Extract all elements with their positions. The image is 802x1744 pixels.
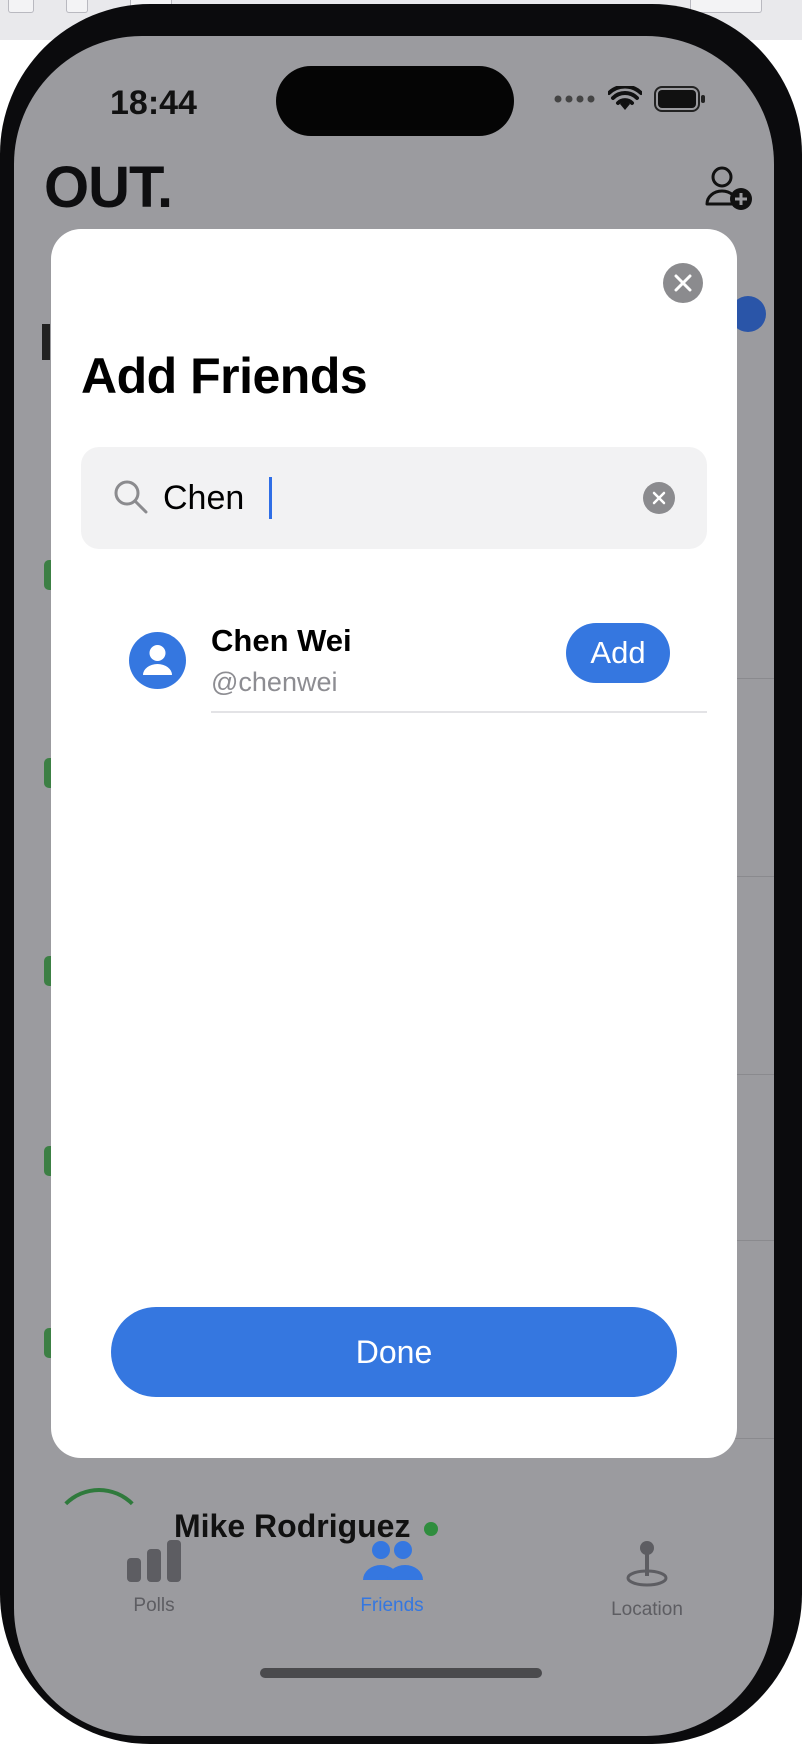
add-friend-button[interactable]: Add [566, 623, 670, 683]
result-handle: @chenwei [211, 667, 338, 697]
tab-label: Location [611, 1599, 683, 1620]
close-icon [674, 274, 692, 292]
tab-location[interactable]: Location [547, 1540, 747, 1621]
modal-title: Add Friends [81, 348, 368, 404]
online-indicator [424, 1522, 438, 1536]
result-name: Chen Wei [211, 623, 352, 658]
app-logo: OUT. [44, 155, 173, 220]
signal-dots-icon [554, 95, 595, 103]
add-friends-modal: Add Friends Chen Wei @chenwei Add Done [51, 229, 737, 1458]
tab-label: Polls [133, 1595, 175, 1616]
toolbar-chip [66, 0, 88, 13]
clear-icon [652, 491, 666, 505]
status-icons [554, 86, 706, 112]
tab-label: Friends [360, 1595, 424, 1616]
person-avatar-icon [129, 632, 186, 689]
row-divider [211, 711, 707, 713]
close-button[interactable] [663, 263, 703, 303]
home-indicator[interactable] [260, 1668, 542, 1678]
search-icon [114, 480, 148, 514]
search-bar[interactable] [81, 447, 707, 549]
status-time: 18:44 [110, 84, 197, 122]
bar-chart-icon [127, 1540, 181, 1582]
search-result-row: Chen Wei @chenwei Add [51, 607, 737, 732]
toolbar-chip [690, 0, 762, 13]
done-button[interactable]: Done [111, 1307, 677, 1397]
tab-polls[interactable]: Polls [54, 1540, 254, 1617]
clear-search-button[interactable] [643, 482, 675, 514]
add-friend-icon[interactable] [704, 166, 754, 212]
tab-friends[interactable]: Friends [292, 1540, 492, 1617]
background-heading-fragment [42, 324, 50, 360]
wifi-icon [608, 86, 642, 110]
toolbar-chip [8, 0, 34, 13]
search-input[interactable] [163, 475, 623, 521]
text-caret [269, 477, 272, 519]
pin-icon [626, 1541, 668, 1587]
people-icon [363, 1541, 423, 1580]
battery-icon [654, 86, 705, 112]
dynamic-island [276, 66, 514, 136]
